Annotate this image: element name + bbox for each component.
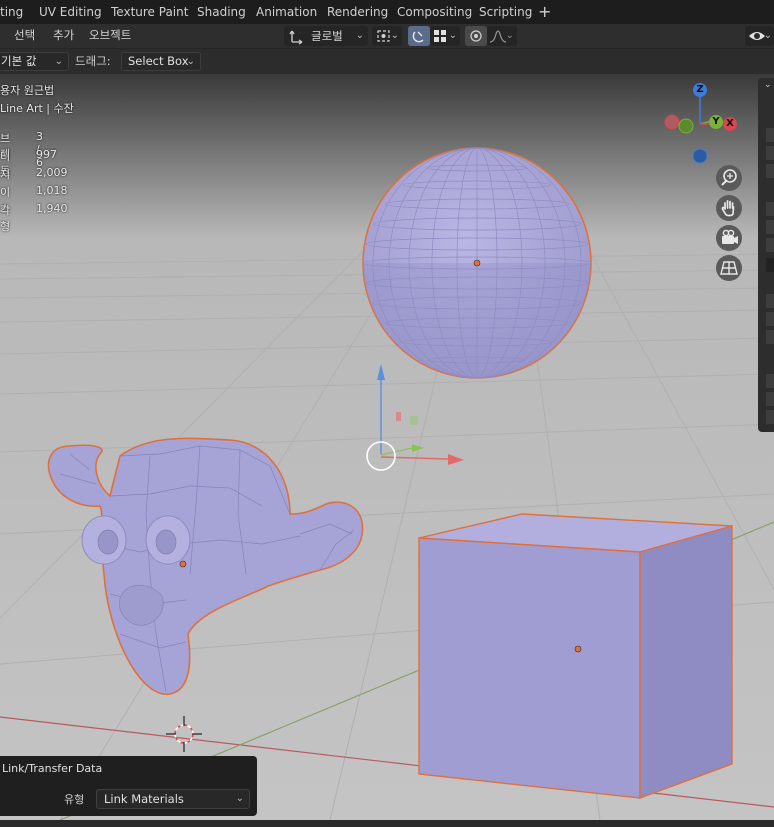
chevron-down-icon: ⌄ (54, 56, 63, 67)
ortho-toggle-button[interactable] (716, 255, 742, 281)
pivot-point-dropdown[interactable]: ⌄ (372, 26, 402, 46)
link-type-dropdown[interactable]: Link Materials ⌄ (96, 789, 250, 809)
chevron-down-icon: ⌄ (186, 56, 195, 67)
chevron-down-icon: ⌄ (763, 30, 772, 41)
gizmo-x-axis[interactable]: X (723, 117, 737, 131)
snap-magnet-icon (412, 31, 424, 43)
redo-panel-title[interactable]: Link/Transfer Data (2, 762, 102, 775)
stat-key: 지 (0, 168, 11, 181)
menu-object[interactable]: 오브젝트 (89, 24, 131, 48)
orientation-default-value: 기본 값 (1, 54, 37, 68)
camera-icon (722, 229, 738, 244)
snap-target-dropdown[interactable]: ⌄ (430, 26, 460, 46)
stat-value: 2,009 (36, 166, 68, 179)
drag-label: 드래그: (75, 54, 111, 68)
viewport-header: 선택 추가 오브젝트 글로벌 ⌄ ⌄ ⌄ ⌄ ⌄ (0, 24, 774, 49)
orientation-label: 글로벌 (311, 29, 343, 43)
tab-compositing[interactable]: Compositing (397, 0, 472, 24)
transform-orientation-dropdown[interactable]: 글로벌 ⌄ (284, 26, 368, 46)
visibility-dropdown[interactable]: ⌄ (745, 26, 774, 46)
chevron-down-icon: ⌄ (355, 30, 364, 41)
status-bar (0, 820, 774, 827)
drag-select-value: Select Box (128, 54, 189, 68)
stat-value: 1,940 (36, 202, 68, 215)
chevron-down-icon: ⌄ (235, 793, 244, 804)
snap-toggle[interactable] (408, 26, 430, 46)
ortho-grid-icon (720, 261, 738, 275)
tab-uv-editing[interactable]: UV Editing (39, 0, 102, 24)
chevron-down-icon: ⌄ (448, 30, 457, 41)
cube-object[interactable] (418, 513, 733, 800)
sphere-object[interactable] (362, 147, 592, 379)
gizmo-y-axis[interactable]: Y (709, 115, 723, 129)
view-name: 용자 원근법 (0, 84, 55, 97)
viewport-scene (0, 74, 774, 820)
camera-view-button[interactable] (716, 225, 742, 251)
hand-pan-icon (721, 200, 735, 217)
menu-select[interactable]: 선택 (14, 24, 35, 48)
collection-label: Line Art | 수잔 (0, 102, 74, 115)
proportional-edit-icon (470, 30, 482, 42)
chevron-down-icon: ⌄ (505, 30, 514, 41)
stat-key: 각형 (0, 204, 11, 233)
orientation-icon (289, 30, 303, 45)
orientation-default-dropdown[interactable]: 기본 값 ⌄ (0, 52, 69, 71)
zoom-icon (721, 169, 737, 186)
gizmo-z-axis[interactable]: Z (693, 83, 707, 97)
zoom-button[interactable] (716, 165, 742, 191)
tab-animation[interactable]: Animation (256, 0, 317, 24)
menu-add[interactable]: 추가 (53, 24, 74, 48)
drag-select-dropdown[interactable]: Select Box ⌄ (121, 52, 201, 71)
tool-settings-bar: 기본 값 ⌄ 드래그: Select Box ⌄ (0, 49, 774, 74)
tab-layout[interactable]: ting (0, 0, 23, 24)
add-workspace-button[interactable]: + (538, 0, 551, 24)
tab-rendering[interactable]: Rendering (327, 0, 388, 24)
type-label: 유형 (64, 793, 85, 806)
tab-scripting[interactable]: Scripting (479, 0, 532, 24)
tab-shading[interactable]: Shading (197, 0, 246, 24)
chevron-down-icon: ⌄ (390, 30, 399, 41)
tab-texture-paint[interactable]: Texture Paint (111, 0, 188, 24)
stat-value: 997 (36, 148, 57, 161)
falloff-dropdown[interactable]: ⌄ (487, 26, 517, 46)
sidebar-panel-edge[interactable]: ⌄ (758, 78, 774, 432)
link-type-value: Link Materials (104, 792, 184, 806)
redo-last-panel: Link/Transfer Data 유형 Link Materials ⌄ (0, 756, 257, 816)
pan-button[interactable] (716, 195, 742, 221)
3d-viewport[interactable]: Z Y X 용자 원근법 Line Art | 수잔 브젝트 3 / 6 티스 99… (0, 74, 774, 820)
stat-value: 1,018 (36, 184, 68, 197)
chevron-down-icon: ⌄ (764, 80, 772, 90)
proportional-edit-toggle[interactable] (465, 26, 487, 46)
workspace-tabbar: ting UV Editing Texture Paint Shading An… (0, 0, 774, 24)
